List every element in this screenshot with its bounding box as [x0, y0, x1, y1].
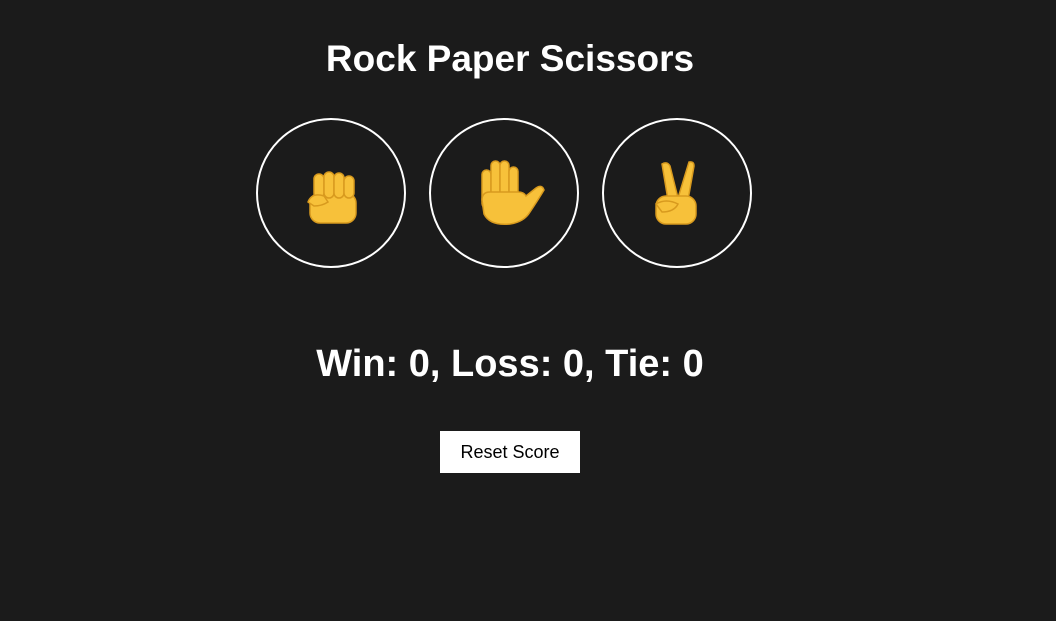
victory-hand-icon	[654, 161, 697, 225]
game-page: Rock Paper Scissors Win: 0, Loss: 0, Tie…	[0, 0, 1056, 621]
score-display: Win: 0, Loss: 0, Tie: 0	[316, 343, 704, 385]
page-title: Rock Paper Scissors	[325, 38, 695, 79]
fist-icon	[307, 171, 357, 224]
paper-button[interactable]	[429, 118, 579, 268]
reset-score-button[interactable]: Reset Score	[440, 431, 580, 473]
raised-hand-icon	[481, 160, 545, 226]
rock-button[interactable]	[256, 118, 406, 268]
scissors-button[interactable]	[602, 118, 752, 268]
